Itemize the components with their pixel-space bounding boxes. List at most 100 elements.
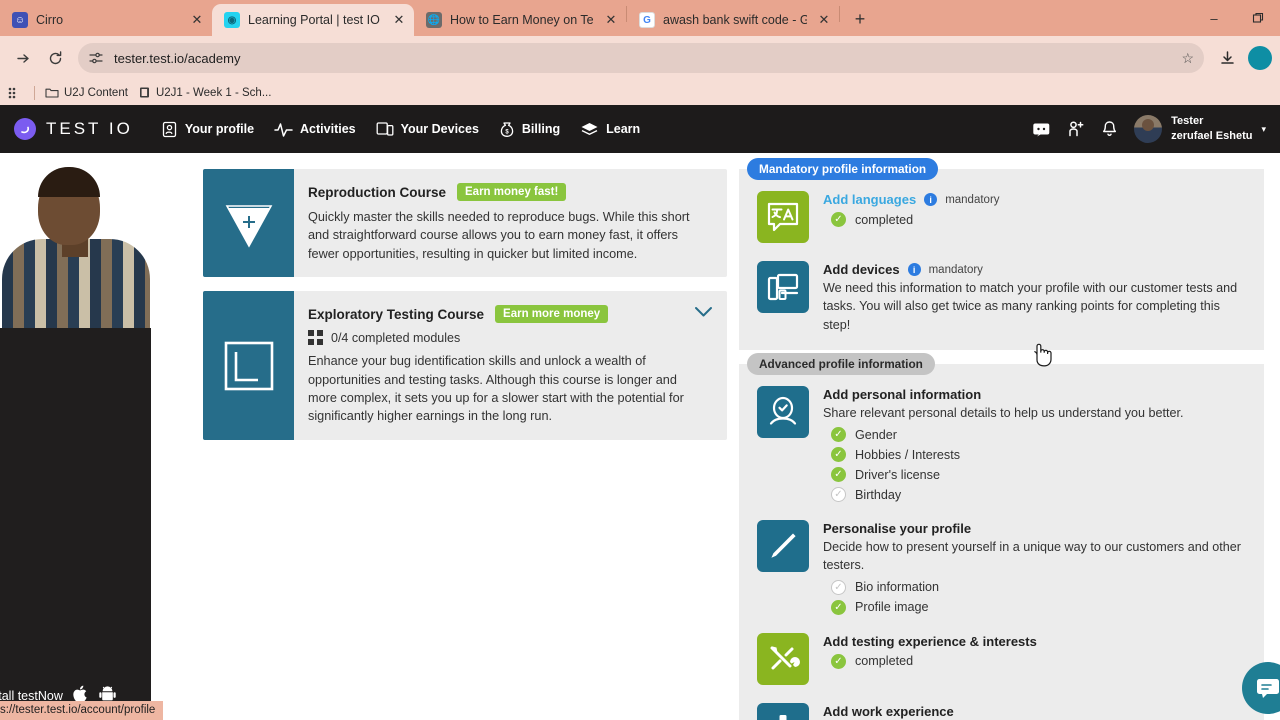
globe-icon: 🌐 [426, 12, 442, 28]
modules-grid-icon [308, 330, 323, 346]
course-head: Exploratory Testing Course Earn more mon… [308, 305, 711, 324]
tab-close-icon[interactable]: ✕ [188, 11, 206, 29]
check-item: ✓ completed [831, 653, 1246, 669]
profile-row-add-languages[interactable]: Add languages i mandatory ✓ completed [757, 191, 1246, 243]
check-item: ✓ Birthday [831, 487, 1246, 502]
bookmark-star-icon[interactable]: ☆ [1181, 50, 1194, 67]
tab-close-icon[interactable]: ✕ [815, 11, 833, 29]
status-bar-url: s://tester.test.io/account/profile [0, 701, 164, 720]
profile-row-work-experience[interactable]: Add work experience Tell us about your w… [757, 702, 1246, 720]
courses-column: Reproduction Course Earn money fast! Qui… [203, 169, 727, 720]
profile-row-titleline: Add languages i mandatory [823, 192, 1246, 207]
check-done-icon: ✓ [831, 599, 846, 615]
chrome-profile-avatar[interactable] [1248, 46, 1272, 70]
mandatory-label: mandatory [945, 193, 1000, 206]
check-label: Gender [855, 427, 898, 442]
user-menu[interactable]: Tester zerufael Eshetu ▾ [1134, 114, 1266, 144]
browser-toolbar: tester.test.io/academy ☆ [0, 36, 1280, 80]
chat-icon[interactable] [1032, 121, 1051, 138]
downloads-button[interactable] [1212, 43, 1242, 73]
nav-item-label: Learn [606, 122, 641, 136]
nav-item-activities[interactable]: Activities [274, 121, 356, 138]
browser-tab-awash-bank[interactable]: G awash bank swift code - Googl ✕ [627, 4, 839, 36]
profile-row-body: Add devices i mandatory We need this inf… [823, 261, 1246, 334]
course-head: Reproduction Course Earn money fast! [308, 183, 711, 201]
cirro-icon: ☺ [12, 12, 28, 28]
person-check-icon [757, 385, 809, 438]
course-card-exploratory[interactable]: Exploratory Testing Course Earn more mon… [203, 291, 727, 440]
invite-user-icon[interactable] [1067, 120, 1085, 138]
bookmark-divider [34, 85, 35, 100]
new-tab-button[interactable]: + [846, 5, 874, 33]
profile-row-personalise-profile[interactable]: Personalise your profile Decide how to p… [757, 520, 1246, 615]
nav-item-your-profile[interactable]: Your profile [161, 121, 254, 138]
check-done-icon: ✓ [831, 447, 846, 462]
webcam-hair [38, 167, 100, 197]
user-name: zerufael Eshetu [1171, 130, 1253, 142]
course-expand-chevron-icon[interactable] [694, 305, 713, 323]
reload-button[interactable] [40, 43, 70, 73]
profile-row-testing-experience[interactable]: Add testing experience & interests ✓ com… [757, 632, 1246, 685]
course-title: Exploratory Testing Course [308, 306, 485, 322]
tab-close-icon[interactable]: ✕ [390, 11, 408, 29]
person-plus-icon [1069, 121, 1084, 137]
mandatory-label: mandatory [928, 263, 983, 276]
translate-glyph [767, 202, 799, 232]
check-label: completed [855, 212, 914, 227]
person-check-glyph [769, 396, 797, 425]
site-settings-icon[interactable] [88, 50, 104, 66]
profile-row-add-devices[interactable]: Add devices i mandatory We need this inf… [757, 261, 1246, 334]
tab-close-icon[interactable]: ✕ [602, 11, 620, 29]
profile-row-personal-information[interactable]: Add personal information Share relevant … [757, 385, 1246, 502]
course-modules: 0/4 completed modules [308, 330, 711, 346]
devices-icon [757, 261, 809, 313]
profile-row-body: Add testing experience & interests ✓ com… [823, 633, 1246, 685]
url-text[interactable]: tester.test.io/academy [114, 51, 1171, 66]
profile-row-body: Add personal information Share relevant … [823, 386, 1246, 502]
apps-grid-icon[interactable] [4, 78, 24, 108]
browser-tab-cirro[interactable]: ☺ Cirro ✕ [0, 4, 212, 36]
activity-pulse-icon [274, 122, 293, 137]
profile-row-body: Add languages i mandatory ✓ completed [823, 191, 1246, 243]
course-badge: Earn money fast! [457, 183, 567, 201]
tab-title: awash bank swift code - Googl [663, 13, 807, 27]
bookmark-label: U2J Content [64, 86, 128, 99]
row-title: Personalise your profile [823, 521, 972, 536]
info-icon[interactable]: i [907, 263, 921, 276]
check-done-icon: ✓ [831, 427, 846, 442]
check-done-icon: ✓ [831, 212, 846, 227]
course-description: Enhance your bug identification skills a… [308, 354, 684, 424]
nav-item-your-devices[interactable]: Your Devices [376, 121, 479, 138]
check-label: Bio information [855, 580, 939, 594]
test-io-app: TEST IO Your profile Activities Your Dev… [0, 105, 1280, 720]
testio-icon: ◉ [224, 12, 240, 28]
panel-tag-mandatory: Mandatory profile information [747, 158, 939, 180]
maximize-button[interactable] [1236, 2, 1280, 34]
window-controls: – [1192, 0, 1280, 36]
brand-logo[interactable]: TEST IO [14, 118, 133, 140]
profile-column: Mandatory profile information Add langua… [739, 158, 1264, 720]
address-bar[interactable]: tester.test.io/academy ☆ [78, 43, 1204, 73]
check-todo-icon: ✓ [831, 579, 846, 595]
bell-icon[interactable] [1101, 120, 1118, 138]
nav-item-label: Activities [300, 122, 356, 136]
devices-glyph [767, 273, 799, 301]
browser-tab-how-to-earn[interactable]: 🌐 How to Earn Money on Test IO ✕ [414, 4, 626, 36]
download-icon [1220, 50, 1234, 64]
nav-item-learn[interactable]: Learn [580, 121, 640, 138]
doc-icon [139, 87, 149, 98]
bookmark-u2j-content[interactable]: U2J Content [45, 86, 128, 99]
add-languages-link[interactable]: Add languages [823, 192, 916, 207]
bookmark-u2j1-week1[interactable]: U2J1 - Week 1 - Sch... [138, 86, 271, 99]
check-item: ✓ Hobbies / Interests [831, 447, 1246, 462]
course-card-reproduction[interactable]: Reproduction Course Earn money fast! Qui… [203, 169, 727, 278]
minimize-button[interactable]: – [1192, 2, 1236, 34]
row-title: Add devices [823, 262, 900, 277]
profile-row-body: Personalise your profile Decide how to p… [823, 520, 1246, 615]
browser-tab-learning-portal[interactable]: ◉ Learning Portal | test IO ✕ [212, 4, 414, 36]
info-icon[interactable]: i [924, 193, 938, 206]
nav-item-billing[interactable]: $ Billing [499, 121, 560, 138]
row-title: Add testing experience & interests [823, 633, 1037, 649]
row-title: Add work experience [823, 703, 954, 719]
forward-button[interactable] [8, 43, 38, 73]
